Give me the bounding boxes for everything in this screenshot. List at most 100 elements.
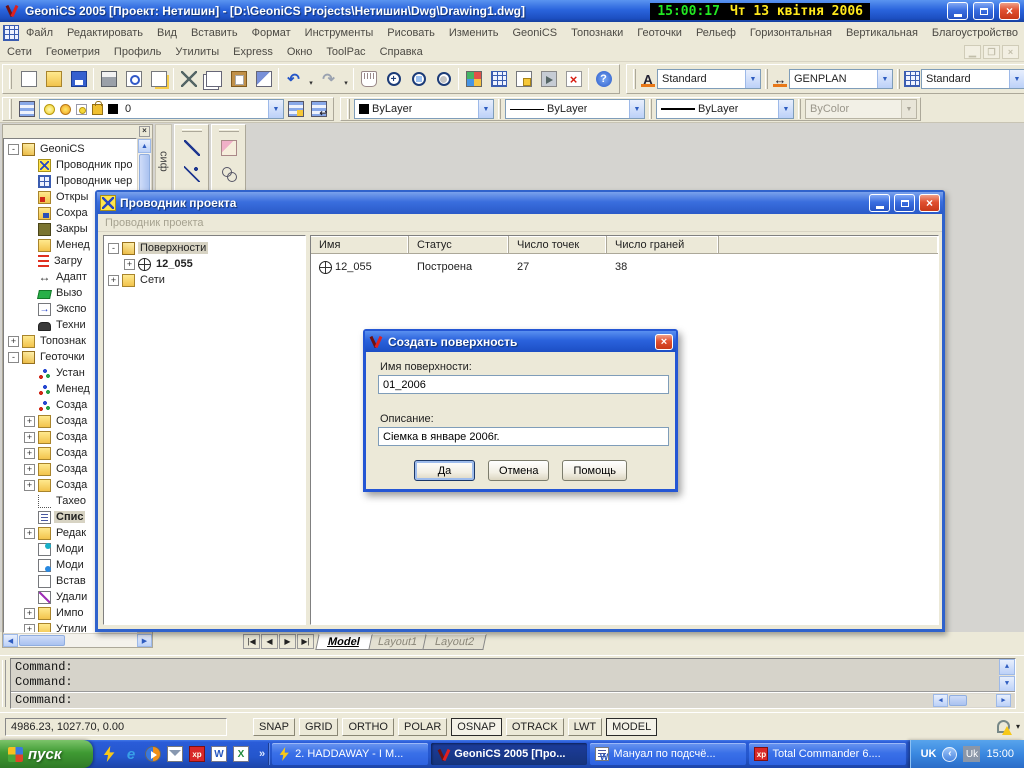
media-player-icon[interactable] [145,746,161,762]
tab-next-icon[interactable] [279,634,296,649]
toolbar-grip[interactable] [347,99,350,119]
command-horizontal-scrollbar[interactable]: ◀ ▶ [933,693,1011,707]
menu-item[interactable]: Справка [373,46,430,58]
start-button[interactable]: пуск [0,740,93,768]
toolbar-grip[interactable] [765,69,768,89]
color-combo[interactable]: ByLayer ▼ [354,99,494,119]
coordinates-readout[interactable]: 4986.23, 1027.70, 0.00 [5,717,227,736]
menu-item[interactable]: Профиль [107,46,169,58]
taskbar-task[interactable]: Total Commander 6.... [749,743,906,765]
expand-icon[interactable]: + [124,258,135,270]
bulb-icon[interactable] [44,103,55,115]
tab-layout2[interactable]: Layout2 [422,634,487,650]
close-button[interactable]: × [999,2,1020,20]
dim-style-icon[interactable] [772,71,788,87]
ie-icon[interactable] [123,746,139,762]
copy-button[interactable] [201,67,226,92]
restore-button[interactable] [973,2,994,20]
toolbar-grip[interactable] [218,129,239,132]
palette-close-icon[interactable]: × [139,126,150,137]
expand-icon[interactable]: + [24,415,35,427]
toggle-snap[interactable]: SNAP [253,717,295,736]
linetype-combo[interactable]: ByLayer ▼ [505,99,645,119]
scroll-left-icon[interactable]: ◀ [933,693,948,707]
px-close-button[interactable]: × [919,194,940,212]
delete-xref-button[interactable] [561,67,586,92]
menu-item[interactable]: Файл [19,27,60,39]
menu-item[interactable]: Геометрия [39,46,107,58]
tab-last-icon[interactable] [297,634,314,649]
taskbar-task[interactable]: 2. HADDAWAY - I M... [272,743,429,765]
menu-item[interactable]: ToolPac [319,46,372,58]
px-tree-item[interactable]: + Сети [104,272,305,288]
tab-model[interactable]: Model [315,634,373,650]
zoom-window-button[interactable] [406,67,431,92]
quick-launch-overflow-icon[interactable]: » [259,748,265,760]
text-style-combo[interactable]: Standard ▼ [657,69,761,89]
chevron-down-icon[interactable]: ▼ [1009,70,1024,88]
toggle-lwt[interactable]: LWT [567,717,603,736]
column-header[interactable]: Число граней [607,236,719,253]
menu-item[interactable]: Окно [280,46,320,58]
menu-item[interactable]: Вид [150,27,184,39]
ok-button[interactable]: Да [414,460,476,481]
expand-icon[interactable]: + [24,463,35,475]
px-tree-item[interactable]: +12_055 [104,256,305,272]
collapse-icon[interactable]: - [108,242,119,254]
chevron-down-icon[interactable]: ▼ [778,100,793,118]
dropdown-arrow-icon[interactable]: ▾ [341,68,351,90]
excel-icon[interactable] [233,746,249,762]
command-area-grip[interactable] [2,660,6,707]
table-style-combo[interactable]: Standard ▼ [921,69,1024,89]
menu-item[interactable]: Топознаки [564,27,630,39]
px-minimize-button[interactable] [869,194,890,212]
column-header[interactable]: Имя [311,236,409,253]
palette-tree-item[interactable]: Проводник про [4,157,136,173]
comm-center-icon[interactable] [996,719,1012,735]
menu-item[interactable]: Геоточки [630,27,689,39]
layer-properties-button[interactable] [16,99,38,120]
expand-icon[interactable]: + [24,623,35,632]
menu-item[interactable]: Инструменты [298,27,381,39]
erase-icon[interactable] [220,140,237,156]
tab-layout1[interactable]: Layout1 [365,634,430,650]
project-explorer-menu[interactable]: Проводник проекта [98,214,942,232]
make-object-layer-button[interactable] [285,99,307,120]
menu-item[interactable]: Формат [245,27,298,39]
menu-item[interactable]: Рельеф [689,27,743,39]
chevron-down-icon[interactable]: ▼ [629,100,644,118]
language-indicator[interactable]: UK [921,748,937,760]
command-prompt-line[interactable]: Command: ◀ ▶ [11,691,1015,708]
language-bar-indicator[interactable]: Uk [963,746,981,762]
toolbar-grip[interactable] [9,69,12,89]
table-row[interactable]: 12_055 Построена 27 38 [311,258,938,276]
column-header[interactable]: Статус [409,236,509,253]
table-style-icon[interactable] [904,71,920,87]
zoom-previous-button[interactable] [431,67,456,92]
chevron-down-icon[interactable]: ▼ [745,70,760,88]
toolbar-grip[interactable] [897,69,900,89]
menu-item[interactable]: Благоустройство [925,27,1024,39]
freeze-icon[interactable] [76,103,87,115]
chevron-down-icon[interactable]: ▼ [268,100,283,118]
cut-button[interactable] [176,67,201,92]
mdi-minimize-icon[interactable]: ▁ [964,45,981,59]
expand-icon[interactable]: + [24,607,35,619]
sheet-set-button[interactable] [461,67,486,92]
scroll-up-icon[interactable]: ▲ [138,139,151,153]
new-file-button[interactable] [16,67,41,92]
chevron-down-icon[interactable]: ▼ [478,100,493,118]
px-maximize-button[interactable] [894,194,915,212]
toolbar-grip[interactable] [798,99,801,119]
outlook-icon[interactable] [167,746,183,762]
scrollbar-thumb[interactable] [19,635,65,646]
pan-button[interactable] [356,67,381,92]
sun-icon[interactable] [60,103,71,115]
palette-tree-item[interactable]: Проводник чер [4,173,136,189]
mdi-close-icon[interactable]: × [1002,45,1019,59]
scroll-up-icon[interactable]: ▲ [999,659,1015,675]
expand-icon[interactable]: + [24,479,35,491]
toggle-ortho[interactable]: ORTHO [342,717,394,736]
winamp-icon[interactable] [103,746,115,762]
tab-previous-icon[interactable] [261,634,278,649]
